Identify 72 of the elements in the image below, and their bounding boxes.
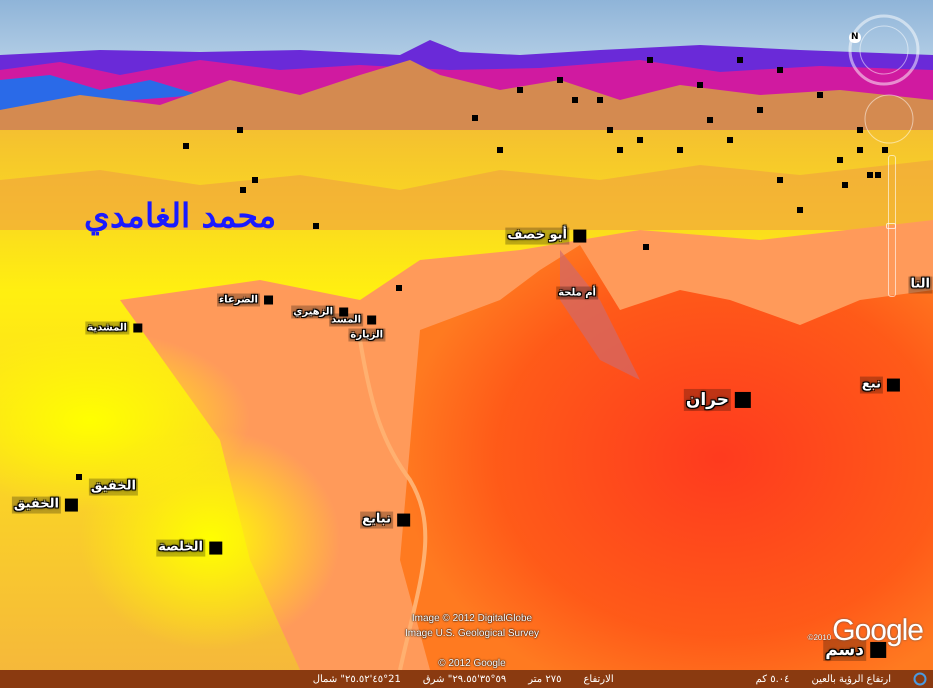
place-marker-icon [472, 115, 478, 121]
place-label[interactable]: الزيارة [348, 328, 385, 342]
place-marker-icon [857, 127, 863, 133]
place-marker-icon[interactable] [209, 542, 222, 554]
place-label[interactable]: النا [908, 276, 932, 294]
compass-ring-icon[interactable] [847, 13, 921, 87]
place-marker-icon [557, 77, 563, 83]
place-label[interactable]: نبع [860, 376, 883, 394]
zoom-slider[interactable] [888, 155, 896, 297]
place-marker-icon [572, 97, 578, 103]
place-marker-icon[interactable] [887, 378, 900, 392]
place-marker-icon [76, 474, 82, 480]
place-marker-icon [867, 172, 873, 178]
imagery-credit: Image U.S. Geological Survey [405, 627, 539, 641]
place-marker-icon [757, 107, 763, 113]
place-marker-icon[interactable] [339, 308, 348, 316]
zoom-thumb[interactable] [886, 223, 896, 229]
place-label[interactable]: أبو خصف [505, 228, 569, 244]
place-marker-icon [697, 82, 703, 88]
place-label[interactable]: نبايع [360, 512, 393, 528]
eye-altitude-value: ٥.٠٤ كم [756, 674, 790, 684]
place-marker-icon [737, 57, 743, 63]
place-marker-icon[interactable] [65, 498, 78, 512]
place-label[interactable]: أم ملحة [556, 286, 598, 300]
joystick-ring-icon[interactable] [863, 93, 915, 145]
place-label[interactable]: الخلصة [156, 540, 205, 556]
place-marker-icon [607, 127, 613, 133]
place-marker-icon[interactable] [397, 514, 410, 526]
place-marker-icon [497, 147, 503, 153]
place-label[interactable]: الخفيق [88, 478, 138, 496]
place-marker-icon [797, 207, 803, 213]
place-marker-icon [857, 147, 863, 153]
place-marker-icon [252, 177, 258, 183]
place-marker-icon[interactable] [264, 296, 273, 304]
place-marker-icon [517, 87, 523, 93]
place-marker-icon [777, 177, 783, 183]
place-marker-icon [707, 117, 713, 123]
place-marker-icon [727, 137, 733, 143]
longitude-text: ٥٩°٣٥'٢٩.٥٥" شرق [422, 674, 506, 684]
place-marker-icon [637, 137, 643, 143]
place-label[interactable]: الضرعاء [217, 294, 260, 306]
place-marker-icon [777, 67, 783, 73]
place-marker-icon [183, 143, 189, 149]
place-marker-icon [643, 244, 649, 250]
place-label[interactable]: حران [684, 388, 731, 412]
imagery-credit: Image © 2012 DigitalGlobe [412, 612, 532, 626]
place-marker-icon [677, 147, 683, 153]
place-label[interactable]: المشدية [85, 322, 129, 334]
place-marker-icon [396, 285, 402, 291]
place-marker-icon[interactable] [133, 324, 142, 332]
place-marker-icon [237, 127, 243, 133]
eye-altitude-label: ارتفاع الرؤية بالعين [812, 674, 891, 684]
streaming-ring-icon [913, 672, 927, 686]
place-marker-icon [875, 172, 881, 178]
elevation-value: ٢٧٥ متر [528, 674, 562, 684]
place-marker-icon [617, 147, 623, 153]
place-marker-icon [240, 187, 246, 193]
place-marker-icon [597, 97, 603, 103]
place-marker-icon[interactable] [573, 230, 586, 242]
place-marker-icon [837, 157, 843, 163]
place-marker-icon [842, 182, 848, 188]
place-label[interactable]: الخفيق [12, 496, 61, 514]
elevation-label: الارتفاع [583, 674, 614, 684]
place-marker-icon [882, 147, 888, 153]
place-marker-icon[interactable] [735, 392, 751, 408]
place-marker-icon [313, 223, 319, 229]
place-marker-icon [647, 57, 653, 63]
place-marker-icon[interactable] [367, 316, 376, 324]
place-marker-icon [817, 92, 823, 98]
latitude-text: ٤٥°21'٢٥.٥٢" شمال [312, 674, 401, 684]
copyright-text: © 2012 Google [438, 657, 506, 670]
overlay-title: محمد الغامدي [84, 196, 276, 235]
